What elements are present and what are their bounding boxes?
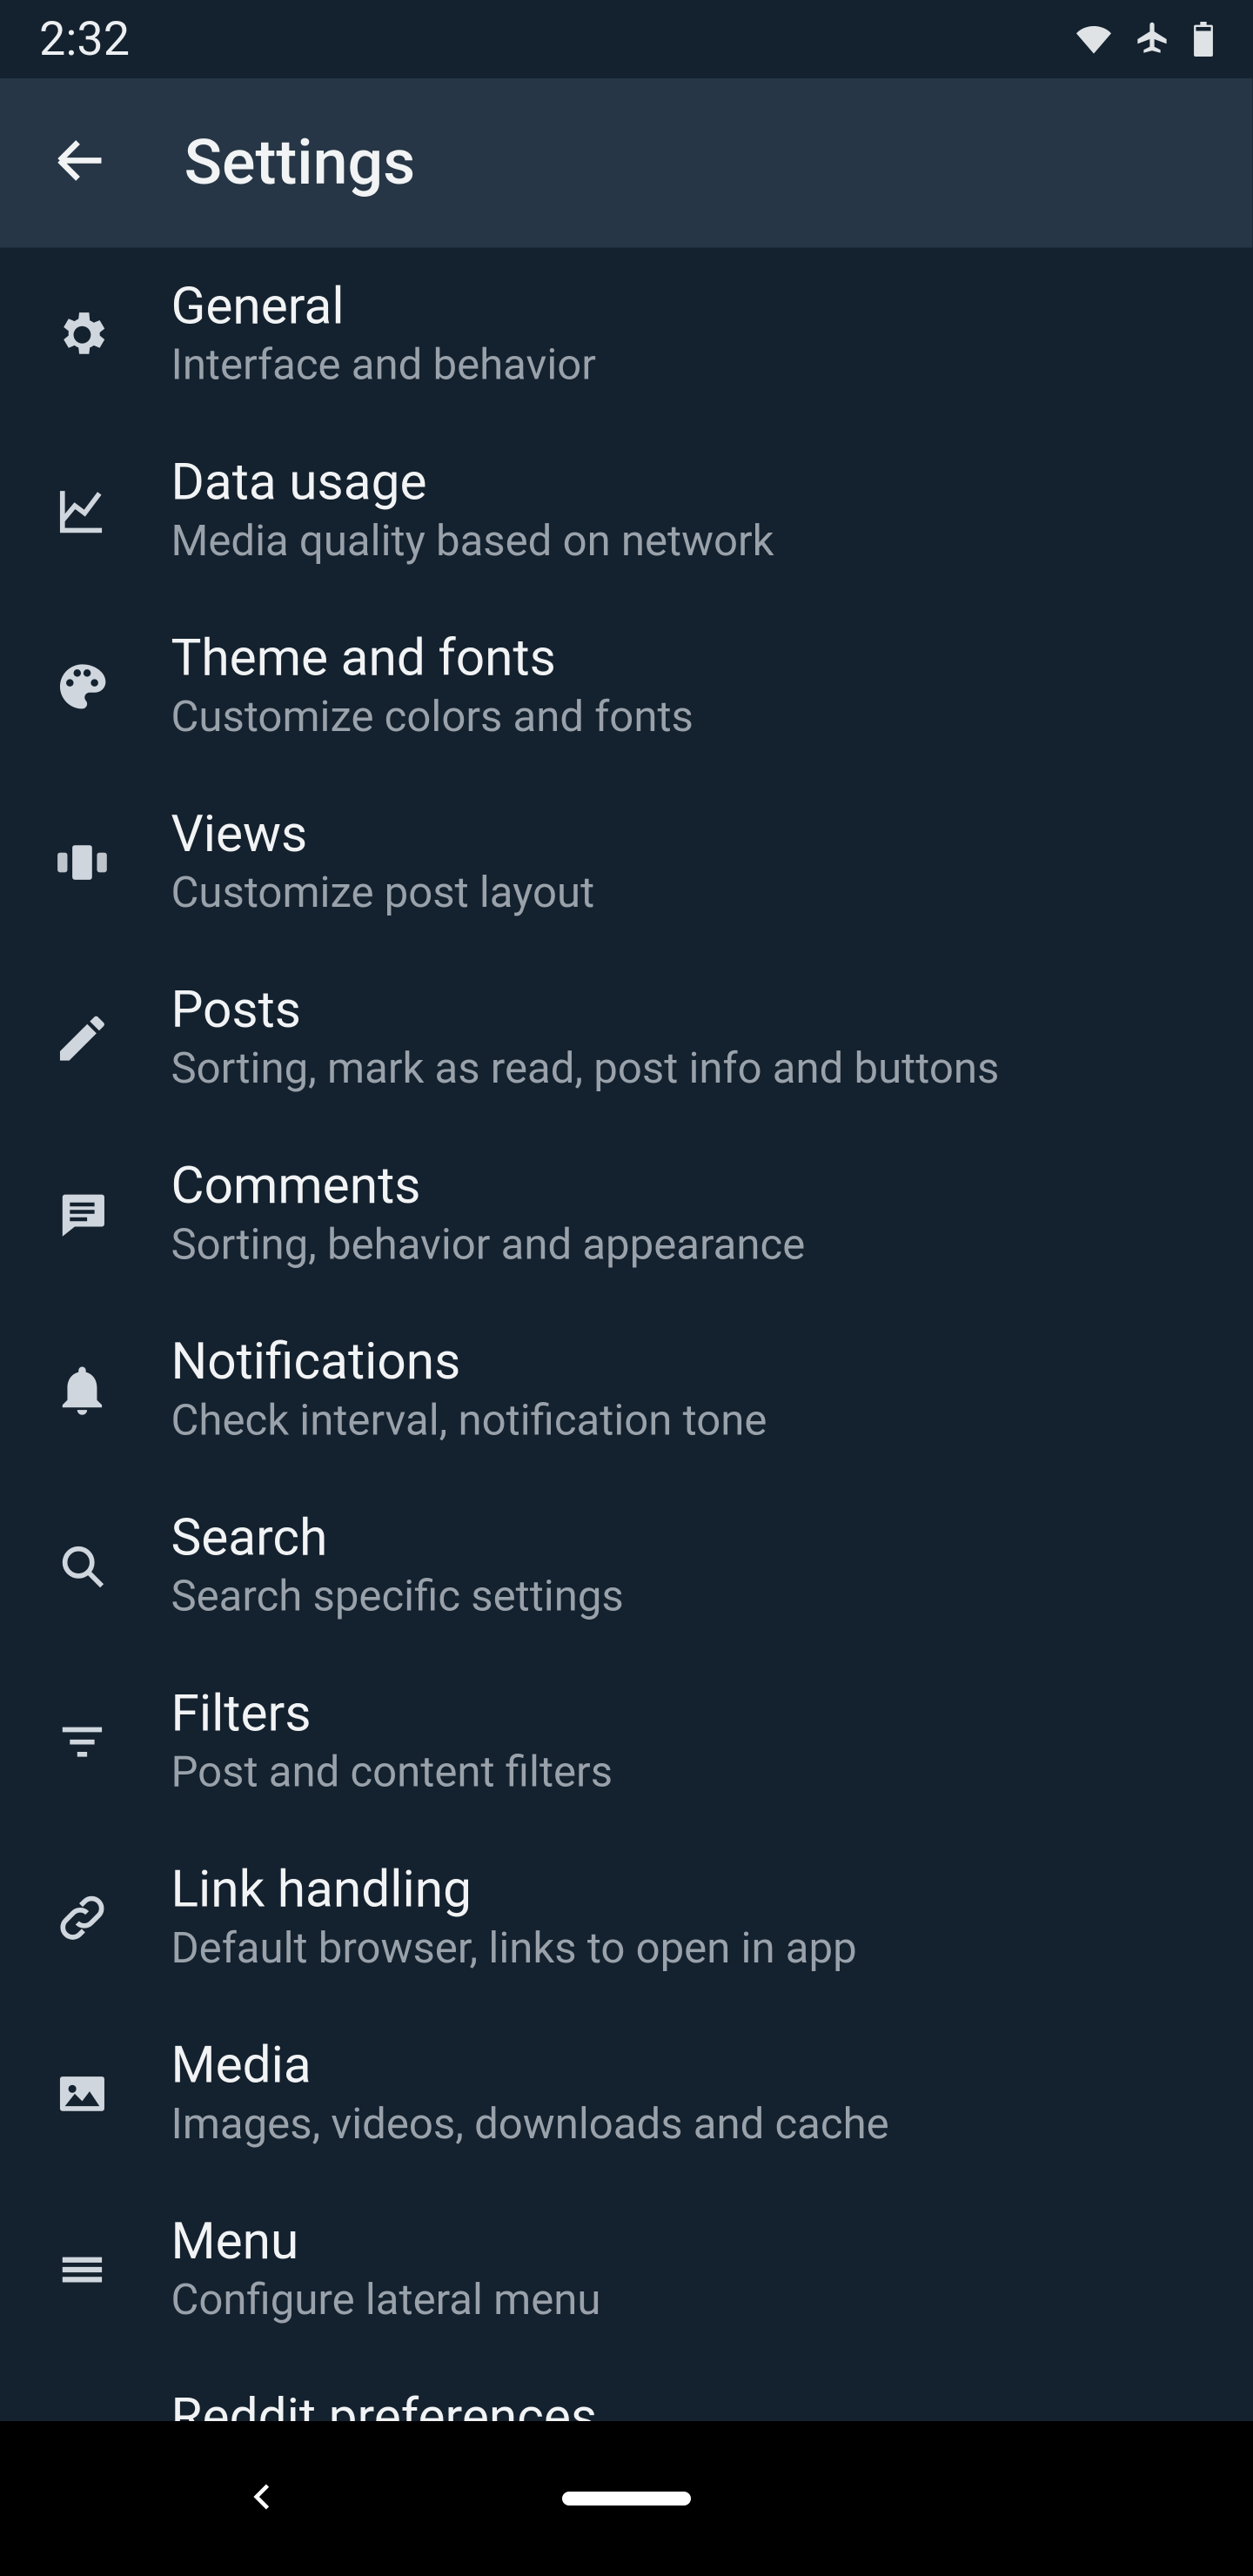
settings-item-posts[interactable]: PostsSorting, mark as read, post info an… <box>0 951 1252 1127</box>
settings-item-filters[interactable]: FiltersPost and content filters <box>0 1654 1252 1830</box>
image-icon <box>39 2065 171 2124</box>
system-home-handle[interactable] <box>562 2492 691 2506</box>
settings-item-title: General <box>171 276 1213 337</box>
status-bar: 2:32 <box>0 0 1253 78</box>
wifi-icon <box>1076 22 1111 57</box>
status-time: 2:32 <box>39 12 130 67</box>
settings-item-title: Menu <box>171 2210 1213 2271</box>
settings-item-title: Link handling <box>171 1859 1213 1920</box>
settings-item-general[interactable]: GeneralInterface and behavior <box>0 248 1252 424</box>
filter-icon <box>39 1713 171 1772</box>
settings-item-text: NotificationsCheck interval, notificatio… <box>171 1331 1213 1451</box>
settings-item-subtitle: Customize colors and fonts <box>171 692 1213 748</box>
settings-item-text: Link handlingDefault browser, links to o… <box>171 1859 1213 1979</box>
app-bar: Settings <box>0 78 1252 248</box>
settings-item-text: PostsSorting, mark as read, post info an… <box>171 979 1213 1099</box>
settings-item-text: Data usageMedia quality based on network <box>171 452 1213 572</box>
settings-item-search[interactable]: SearchSearch specific settings <box>0 1479 1252 1654</box>
settings-item-text: MenuConfigure lateral menu <box>171 2210 1213 2331</box>
settings-item-subtitle: Sorting, behavior and appearance <box>171 1219 1213 1275</box>
settings-item-theme-fonts[interactable]: Theme and fontsCustomize colors and font… <box>0 600 1252 775</box>
settings-item-notifications[interactable]: NotificationsCheck interval, notificatio… <box>0 1303 1252 1479</box>
status-icons <box>1076 21 1214 57</box>
airplane-icon <box>1134 21 1170 57</box>
settings-item-title: Filters <box>171 1682 1213 1743</box>
settings-item-subtitle: Images, videos, downloads and cache <box>171 2099 1213 2155</box>
settings-item-comments[interactable]: CommentsSorting, behavior and appearance <box>0 1127 1252 1303</box>
bell-icon <box>39 1361 171 1420</box>
system-back-button[interactable] <box>244 2478 282 2519</box>
comment-icon <box>39 1185 171 1244</box>
settings-item-subtitle: Default browser, links to open in app <box>171 1923 1213 1979</box>
settings-item-text: CommentsSorting, behavior and appearance <box>171 1155 1213 1275</box>
link-icon <box>39 1888 171 1948</box>
menu-icon <box>39 2241 171 2300</box>
system-nav-bar <box>0 2421 1253 2576</box>
settings-item-subtitle: Interface and behavior <box>171 340 1213 396</box>
back-button[interactable] <box>50 129 112 198</box>
settings-item-subtitle: Configure lateral menu <box>171 2275 1213 2331</box>
settings-item-title: Views <box>171 803 1213 864</box>
page-title: Settings <box>184 127 416 199</box>
settings-item-menu[interactable]: MenuConfigure lateral menu <box>0 2183 1252 2358</box>
settings-item-text: SearchSearch specific settings <box>171 1506 1213 1627</box>
pencil-icon <box>39 1010 171 1069</box>
settings-item-text: FiltersPost and content filters <box>171 1682 1213 1802</box>
settings-item-subtitle: Media quality based on network <box>171 516 1213 572</box>
settings-item-text: GeneralInterface and behavior <box>171 276 1213 396</box>
settings-item-title: Comments <box>171 1155 1213 1216</box>
settings-item-title: Search <box>171 1506 1213 1567</box>
settings-item-subtitle: Customize post layout <box>171 868 1213 923</box>
settings-item-title: Theme and fonts <box>171 627 1213 688</box>
settings-item-subtitle: Post and content filters <box>171 1747 1213 1802</box>
battery-icon <box>1193 22 1214 57</box>
gear-icon <box>39 306 171 366</box>
palette-icon <box>39 658 171 717</box>
settings-item-title: Notifications <box>171 1331 1213 1392</box>
settings-item-title: Posts <box>171 979 1213 1040</box>
settings-item-text: Theme and fontsCustomize colors and font… <box>171 627 1213 748</box>
settings-item-link-handling[interactable]: Link handlingDefault browser, links to o… <box>0 1830 1252 2006</box>
settings-item-text: MediaImages, videos, downloads and cache <box>171 2035 1213 2155</box>
settings-item-subtitle: Search specific settings <box>171 1571 1213 1627</box>
settings-item-subtitle: Sorting, mark as read, post info and but… <box>171 1043 1213 1099</box>
settings-item-title: Media <box>171 2035 1213 2096</box>
settings-item-data-usage[interactable]: Data usageMedia quality based on network <box>0 424 1252 600</box>
chart-line-icon <box>39 482 171 541</box>
settings-item-media[interactable]: MediaImages, videos, downloads and cache <box>0 2007 1252 2183</box>
settings-list: GeneralInterface and behaviorData usageM… <box>0 248 1252 2534</box>
settings-item-text: ViewsCustomize post layout <box>171 803 1213 923</box>
carousel-icon <box>39 834 171 893</box>
settings-item-subtitle: Check interval, notification tone <box>171 1395 1213 1451</box>
search-icon <box>39 1537 171 1596</box>
settings-item-title: Data usage <box>171 452 1213 513</box>
settings-item-views[interactable]: ViewsCustomize post layout <box>0 775 1252 951</box>
